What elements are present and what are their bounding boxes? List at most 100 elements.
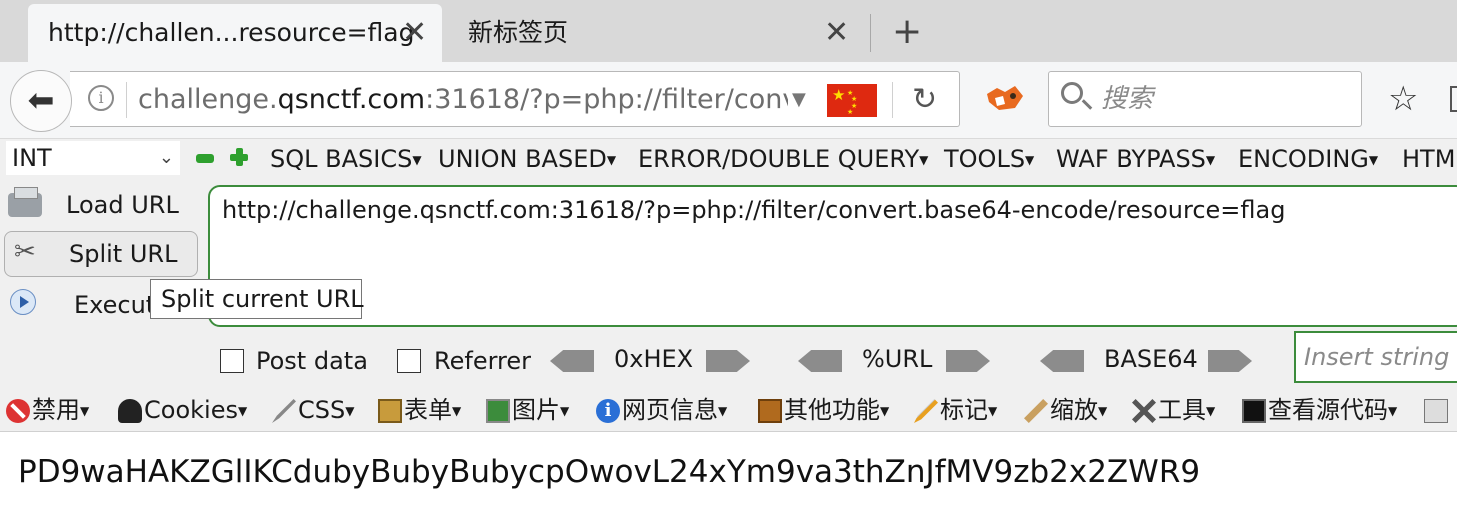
dropdown-arrow-icon: ▼	[718, 404, 728, 418]
menu-sql-basics[interactable]: SQL BASICS▼	[270, 141, 422, 178]
menu-union-based[interactable]: UNION BASED▼	[438, 141, 616, 178]
url-rest: :31618/?p=php://filter/conv	[425, 84, 788, 115]
chevron-down-icon[interactable]: ▼	[792, 72, 806, 128]
url-encode-label: %URL	[862, 345, 933, 373]
menu-forms[interactable]: 表单▼	[378, 391, 461, 430]
base64-decode-arrow-icon[interactable]	[1040, 350, 1084, 372]
url-textarea[interactable]: http://challenge.qsnctf.com:31618/?p=php…	[208, 185, 1457, 327]
dropdown-arrow-icon: ▼	[988, 404, 998, 418]
menu-label: 工具	[1158, 396, 1206, 424]
tools-icon	[1132, 399, 1156, 423]
menu-label: ENCODING	[1238, 145, 1369, 173]
dropdown-arrow-icon: ▼	[1205, 153, 1216, 167]
menu-miscellaneous[interactable]: 其他功能▼	[758, 391, 889, 430]
dropdown-arrow-icon: ▼	[80, 404, 90, 418]
terminal-icon	[1242, 399, 1266, 423]
tab-separator	[870, 14, 871, 52]
tab-title: 新标签页	[468, 18, 569, 47]
china-flag-icon: ★ ★ ★ ★ ★	[827, 84, 877, 117]
divider	[126, 82, 127, 118]
cookie-icon	[118, 399, 142, 423]
tab-active[interactable]: http://challen...resource=flag ✕	[28, 4, 442, 62]
referrer-checkbox[interactable]	[397, 349, 421, 373]
dropdown-arrow-icon: ▼	[880, 404, 890, 418]
menu-page-info[interactable]: i 网页信息▼	[596, 391, 727, 430]
menu-cookies[interactable]: Cookies▼	[118, 391, 247, 430]
menu-outline[interactable]: 标记▼	[914, 391, 997, 430]
menu-label: 表单	[404, 396, 452, 424]
search-input[interactable]: 搜索	[1101, 72, 1153, 126]
url-text[interactable]: challenge.qsnctf.com:31618/?p=php://filt…	[138, 72, 788, 128]
menu-tools[interactable]: TOOLS▼	[944, 141, 1034, 178]
menu-encoding[interactable]: ENCODING▼	[1238, 141, 1378, 178]
url-host: qsnctf.com	[277, 84, 426, 115]
menu-waf-bypass[interactable]: WAF BYPASS▼	[1056, 141, 1215, 178]
tab-inactive[interactable]: 新标签页 ✕	[442, 4, 872, 62]
menu-view-source[interactable]: 查看源代码▼	[1242, 391, 1397, 430]
dropdown-arrow-icon: ▼	[919, 153, 929, 167]
ruler-icon	[1024, 399, 1048, 423]
web-developer-toolbar: 禁用▼ Cookies▼ CSS▼ 表单▼ 图片▼ i 网页信息▼ 其他功能▼ 标…	[0, 389, 1457, 432]
url-decode-arrow-icon[interactable]	[798, 350, 842, 372]
star-icon[interactable]: ☆	[1388, 74, 1418, 124]
options-icon	[1424, 399, 1448, 423]
menu-css[interactable]: CSS▼	[272, 391, 354, 430]
menu-resize[interactable]: 缩放▼	[1024, 391, 1107, 430]
post-data-checkbox[interactable]	[220, 349, 244, 373]
menu-label: CSS	[298, 396, 346, 424]
info-icon[interactable]: i	[88, 85, 114, 111]
disable-icon	[6, 399, 30, 423]
dropdown-arrow-icon: ▼	[606, 153, 617, 167]
menu-images[interactable]: 图片▼	[486, 391, 569, 430]
new-tab-button[interactable]: +	[892, 4, 922, 60]
library-icon[interactable]	[1450, 86, 1457, 112]
menu-label: 标记	[940, 396, 988, 424]
menu-label: 其他功能	[784, 396, 880, 424]
page-output: PD9waHAKZGlIKCdubyBubyBubycpOwovL24xYm9v…	[18, 454, 1201, 490]
split-url-label: Split URL	[69, 240, 178, 268]
menu-error-double-query[interactable]: ERROR/DOUBLE QUERY▼	[638, 141, 928, 178]
referrer-label: Referrer	[434, 347, 531, 375]
menu-label: 查看源代码	[1268, 396, 1388, 424]
type-select[interactable]: INT ⌄	[6, 141, 180, 175]
url-encode-arrow-icon[interactable]	[946, 350, 990, 372]
dropdown-arrow-icon: ▼	[1025, 153, 1035, 167]
base64-encode-arrow-icon[interactable]	[1208, 350, 1252, 372]
hex-decode-arrow-icon[interactable]	[550, 350, 594, 372]
reload-icon[interactable]: ↻	[912, 72, 937, 128]
dropdown-arrow-icon: ▼	[345, 404, 355, 418]
menu-label: 缩放	[1050, 396, 1098, 424]
menu-disable[interactable]: 禁用▼	[6, 391, 89, 430]
menu-label: 图片	[512, 396, 560, 424]
search-bar[interactable]: 搜索	[1048, 71, 1362, 127]
increase-icon[interactable]	[230, 148, 248, 166]
dropdown-arrow-icon: ▼	[1388, 404, 1398, 418]
search-icon	[1061, 82, 1083, 104]
url-bar[interactable]: i challenge.qsnctf.com:31618/?p=php://fi…	[70, 71, 960, 127]
close-icon[interactable]: ✕	[402, 4, 427, 62]
decrease-icon[interactable]	[196, 154, 214, 163]
back-button[interactable]: ⬅	[10, 70, 72, 132]
close-icon[interactable]: ✕	[824, 4, 849, 62]
clipboard-icon	[378, 399, 402, 423]
chevron-down-icon: ⌄	[158, 147, 174, 168]
insert-string-input[interactable]: Insert string to replace	[1294, 331, 1457, 383]
menu-options[interactable]	[1424, 391, 1450, 429]
book-icon	[758, 399, 782, 423]
menu-html[interactable]: HTML	[1402, 141, 1457, 177]
menu-label: WAF BYPASS	[1056, 145, 1206, 173]
hex-encode-arrow-icon[interactable]	[706, 350, 750, 372]
menu-label: 禁用	[32, 396, 80, 424]
dropdown-arrow-icon: ▼	[452, 404, 462, 418]
nav-bar: i challenge.qsnctf.com:31618/?p=php://fi…	[0, 62, 1457, 139]
firefox-extension-icon[interactable]	[985, 84, 1025, 114]
scissors-icon: ✂	[14, 237, 36, 267]
load-url-button[interactable]: Load URL	[66, 187, 179, 223]
menu-tools[interactable]: 工具▼	[1132, 391, 1215, 430]
dropdown-arrow-icon: ▼	[1098, 404, 1108, 418]
type-select-value: INT	[12, 144, 52, 172]
url-prefix: challenge.	[138, 84, 278, 115]
menu-label: 网页信息	[622, 396, 718, 424]
menu-label: SQL BASICS	[270, 145, 413, 173]
base64-label: BASE64	[1104, 345, 1198, 373]
